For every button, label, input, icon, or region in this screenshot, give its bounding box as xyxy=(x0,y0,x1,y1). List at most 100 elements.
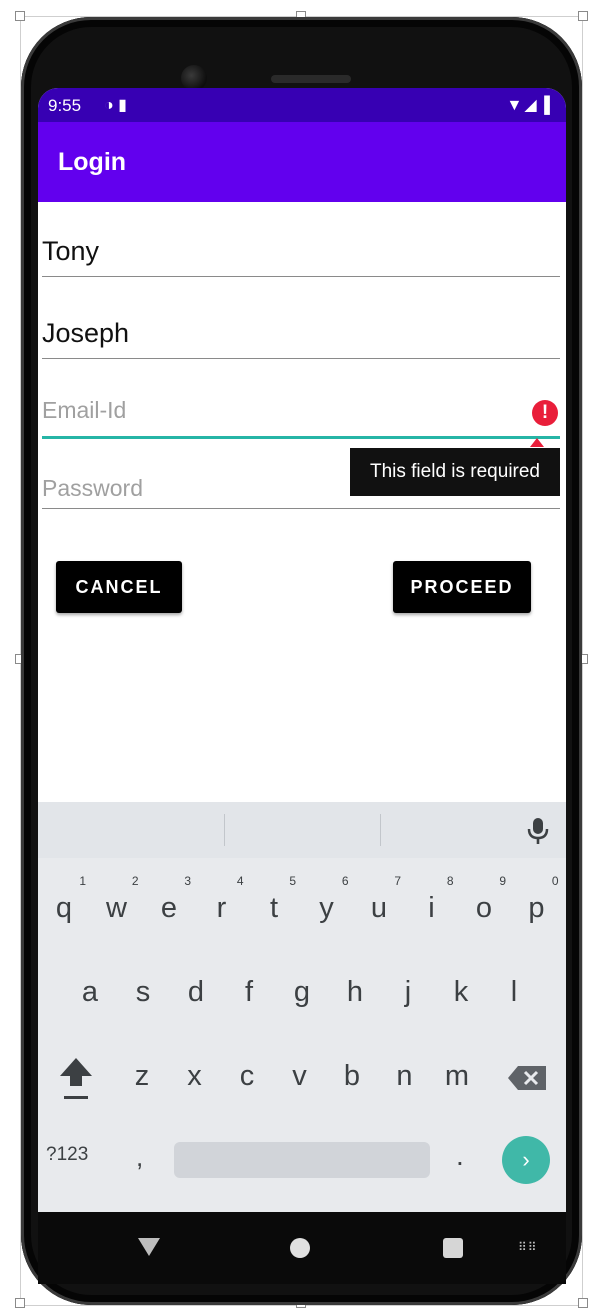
key-k[interactable]: k xyxy=(435,962,487,1022)
nav-home-icon[interactable] xyxy=(290,1238,310,1258)
key-label: x xyxy=(187,1060,202,1092)
email-field[interactable]: ! xyxy=(42,388,560,439)
app-screen: 9:55 ◑ ▮ ▼◢▐ Login ! This field is requi… xyxy=(38,88,566,1284)
first-name-input[interactable] xyxy=(42,228,560,274)
key-s[interactable]: s xyxy=(117,962,169,1022)
key-z[interactable]: z xyxy=(116,1046,168,1106)
key-label: b xyxy=(343,1060,361,1092)
key-p[interactable]: p0 xyxy=(511,874,563,938)
key-n[interactable]: n xyxy=(379,1046,431,1106)
key-label: o xyxy=(475,892,493,924)
key-label: w xyxy=(106,892,127,924)
suggestion-divider xyxy=(224,814,225,846)
key-number-hint: 8 xyxy=(446,874,454,888)
key-b[interactable]: b xyxy=(326,1046,378,1106)
key-number-hint: 4 xyxy=(236,874,244,888)
key-label: a xyxy=(81,976,99,1008)
key-d[interactable]: d xyxy=(170,962,222,1022)
resize-handle-bottom-right[interactable] xyxy=(578,1298,588,1308)
key-y[interactable]: y6 xyxy=(301,874,353,938)
key-label: c xyxy=(239,1060,255,1092)
app-bar: Login xyxy=(38,122,566,202)
email-input[interactable] xyxy=(42,388,560,432)
key-label: e xyxy=(160,892,178,924)
key-c[interactable]: c xyxy=(221,1046,273,1106)
key-x[interactable]: x xyxy=(169,1046,221,1106)
resize-handle-bottom-left[interactable] xyxy=(15,1298,25,1308)
key-label: t xyxy=(269,892,279,924)
status-notification-icons: ◑ ▮ xyxy=(104,97,127,114)
suggestion-strip xyxy=(38,802,566,858)
key-label: j xyxy=(404,976,412,1008)
key-number-hint: 7 xyxy=(394,874,401,888)
key-number-hint: 3 xyxy=(184,874,191,888)
key-label: g xyxy=(293,976,311,1008)
cancel-button[interactable]: CANCEL xyxy=(56,561,182,613)
key-label: f xyxy=(244,976,254,1008)
key-e[interactable]: e3 xyxy=(143,874,195,938)
key-label: s xyxy=(135,976,151,1008)
key-label: d xyxy=(187,976,205,1008)
backspace-key-icon[interactable] xyxy=(504,1052,552,1104)
period-key[interactable]: . xyxy=(456,1140,464,1172)
key-label: z xyxy=(134,1060,150,1092)
symbols-key[interactable]: ?123 xyxy=(46,1144,88,1166)
password-input[interactable] xyxy=(42,466,560,510)
first-name-field[interactable] xyxy=(42,228,560,277)
shift-key-icon[interactable] xyxy=(52,1052,100,1104)
enter-key[interactable]: › xyxy=(502,1136,550,1184)
key-label: q xyxy=(55,892,73,924)
error-tooltip-pointer xyxy=(530,438,544,447)
key-label: h xyxy=(346,976,364,1008)
key-h[interactable]: h xyxy=(329,962,381,1022)
key-g[interactable]: g xyxy=(276,962,328,1022)
nav-back-icon[interactable] xyxy=(138,1238,160,1256)
key-o[interactable]: o9 xyxy=(458,874,510,938)
key-number-hint: 9 xyxy=(499,874,506,888)
nav-recents-icon[interactable] xyxy=(443,1238,463,1258)
navigation-bar: ⠿⠿ xyxy=(38,1212,566,1284)
suggestion-divider xyxy=(380,814,381,846)
last-name-field[interactable] xyxy=(42,310,560,359)
key-i[interactable]: i8 xyxy=(406,874,458,938)
key-number-hint: 0 xyxy=(551,874,559,888)
comma-key[interactable]: , xyxy=(136,1142,143,1173)
speaker-grille xyxy=(271,75,351,83)
key-label: y xyxy=(319,892,334,924)
status-bar: 9:55 ◑ ▮ ▼◢▐ xyxy=(38,88,566,122)
key-w[interactable]: w2 xyxy=(91,874,143,938)
microphone-icon[interactable] xyxy=(524,816,552,846)
status-signal-battery-icons: ▼◢▐ xyxy=(506,97,552,114)
key-u[interactable]: u7 xyxy=(353,874,405,938)
password-field[interactable] xyxy=(42,466,560,510)
resize-handle-top-left[interactable] xyxy=(15,11,25,21)
space-bar[interactable] xyxy=(174,1142,430,1178)
resize-handle-top-right[interactable] xyxy=(578,11,588,21)
key-l[interactable]: l xyxy=(488,962,540,1022)
key-number-hint: 6 xyxy=(341,874,349,888)
key-m[interactable]: m xyxy=(431,1046,483,1106)
key-a[interactable]: a xyxy=(64,962,116,1022)
key-label: v xyxy=(292,1060,307,1092)
key-number-hint: 1 xyxy=(79,874,86,888)
key-label: i xyxy=(428,892,435,924)
key-q[interactable]: q1 xyxy=(38,874,90,938)
proceed-button[interactable]: PROCEED xyxy=(393,561,531,613)
key-label: m xyxy=(444,1060,470,1092)
key-j[interactable]: j xyxy=(382,962,434,1022)
soft-keyboard: q1w2e3r4t5y6u7i8o9p0 asdfghjkl zxcvbnm ?… xyxy=(38,802,566,1212)
key-r[interactable]: r4 xyxy=(196,874,248,938)
last-name-input[interactable] xyxy=(42,310,560,356)
key-t[interactable]: t5 xyxy=(248,874,300,938)
key-number-hint: 5 xyxy=(289,874,296,888)
key-label: n xyxy=(396,1060,413,1092)
page-title: Login xyxy=(58,148,127,176)
key-v[interactable]: v xyxy=(274,1046,326,1106)
status-time: 9:55 xyxy=(48,96,82,115)
keyboard-switch-icon[interactable]: ⠿⠿ xyxy=(518,1240,538,1254)
key-label: r xyxy=(216,892,227,924)
error-icon[interactable]: ! xyxy=(532,400,558,426)
key-label: l xyxy=(510,976,518,1008)
key-f[interactable]: f xyxy=(223,962,275,1022)
key-number-hint: 2 xyxy=(131,874,139,888)
